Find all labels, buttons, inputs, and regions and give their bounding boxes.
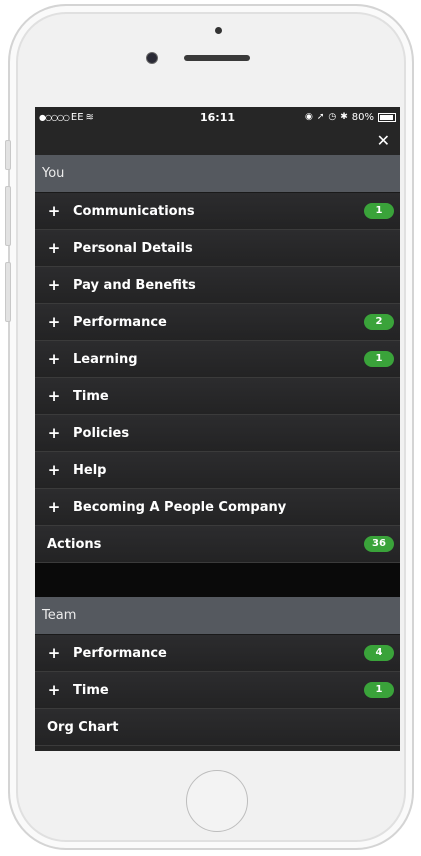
expand-plus-icon: +	[47, 202, 61, 220]
expand-plus-icon: +	[47, 424, 61, 442]
expand-plus-icon: +	[47, 461, 61, 479]
menu-item-becoming-a-people-company[interactable]: + Becoming A People Company	[35, 489, 400, 526]
close-icon[interactable]: ✕	[377, 131, 390, 150]
expand-plus-icon: +	[47, 350, 61, 368]
mute-switch	[5, 140, 11, 170]
menu-item-org-chart[interactable]: Org Chart	[35, 709, 400, 746]
front-camera	[146, 52, 158, 64]
count-badge: 1	[364, 203, 394, 219]
count-badge: 4	[364, 645, 394, 661]
section-header-team: Team	[35, 597, 400, 635]
battery-icon	[378, 112, 396, 122]
menu-item-personal-details[interactable]: + Personal Details	[35, 230, 400, 267]
menu-item-time[interactable]: + Time 1	[35, 672, 400, 709]
menu-item-label: Learning	[73, 351, 138, 367]
menu-item-label: Pay and Benefits	[73, 277, 196, 293]
menu-item-label: Performance	[73, 645, 167, 661]
expand-plus-icon: +	[47, 498, 61, 516]
team-menu-list: + Performance 4 + Time 1	[35, 635, 400, 709]
count-badge: 1	[364, 682, 394, 698]
you-menu-list: + Communications 1 + Personal Details + Pay an…	[35, 193, 400, 526]
menu-item-communications[interactable]: + Communications 1	[35, 193, 400, 230]
expand-plus-icon: +	[47, 276, 61, 294]
volume-down-button	[5, 262, 11, 322]
menu-item-time[interactable]: + Time	[35, 378, 400, 415]
menu-item-performance[interactable]: + Performance 4	[35, 635, 400, 672]
expand-plus-icon: +	[47, 681, 61, 699]
menu-item-label: Help	[73, 462, 107, 478]
proximity-sensor	[215, 27, 222, 34]
menu-item-performance[interactable]: + Performance 2	[35, 304, 400, 341]
rotation-lock-icon: ◉	[304, 112, 313, 122]
battery-percent: 80%	[351, 111, 374, 123]
menu-item-policies[interactable]: + Policies	[35, 415, 400, 452]
expand-plus-icon: +	[47, 644, 61, 662]
section-header-you: You	[35, 155, 400, 193]
menu-item-label: Becoming A People Company	[73, 499, 287, 515]
alarm-icon: ◷	[328, 112, 337, 122]
menu-item-label: Time	[73, 682, 109, 698]
menu-item-label: Communications	[73, 203, 195, 219]
expand-plus-icon: +	[47, 239, 61, 257]
menu-item-pay-and-benefits[interactable]: + Pay and Benefits	[35, 267, 400, 304]
menu-item-actions[interactable]: Actions 36	[35, 526, 400, 563]
status-bar: ●○○○○ EE ≋ 16:11 ◉ ➚ ◷ ✱ 80%	[35, 107, 400, 127]
menu-item-label: Org Chart	[47, 719, 119, 735]
expand-plus-icon: +	[47, 313, 61, 331]
menu-item-label: Performance	[73, 314, 167, 330]
menu-item-label: Time	[73, 388, 109, 404]
bluetooth-icon: ✱	[340, 112, 348, 122]
menu-item-learning[interactable]: + Learning 1	[35, 341, 400, 378]
count-badge: 2	[364, 314, 394, 330]
location-icon: ➚	[316, 112, 325, 122]
section-divider	[35, 563, 400, 597]
volume-up-button	[5, 186, 11, 246]
menu-item-help[interactable]: + Help	[35, 452, 400, 489]
menu-item-label: Personal Details	[73, 240, 193, 256]
earpiece-speaker	[184, 55, 250, 61]
expand-plus-icon: +	[47, 387, 61, 405]
menu-item-label: Actions	[47, 536, 102, 552]
menu-item-label: Policies	[73, 425, 130, 441]
menu-top-bar: ✕	[35, 127, 400, 155]
home-button[interactable]	[186, 770, 248, 832]
menu-screen: ●○○○○ EE ≋ 16:11 ◉ ➚ ◷ ✱ 80% ✕ You + Comm…	[35, 107, 400, 751]
count-badge: 36	[364, 536, 394, 552]
count-badge: 1	[364, 351, 394, 367]
